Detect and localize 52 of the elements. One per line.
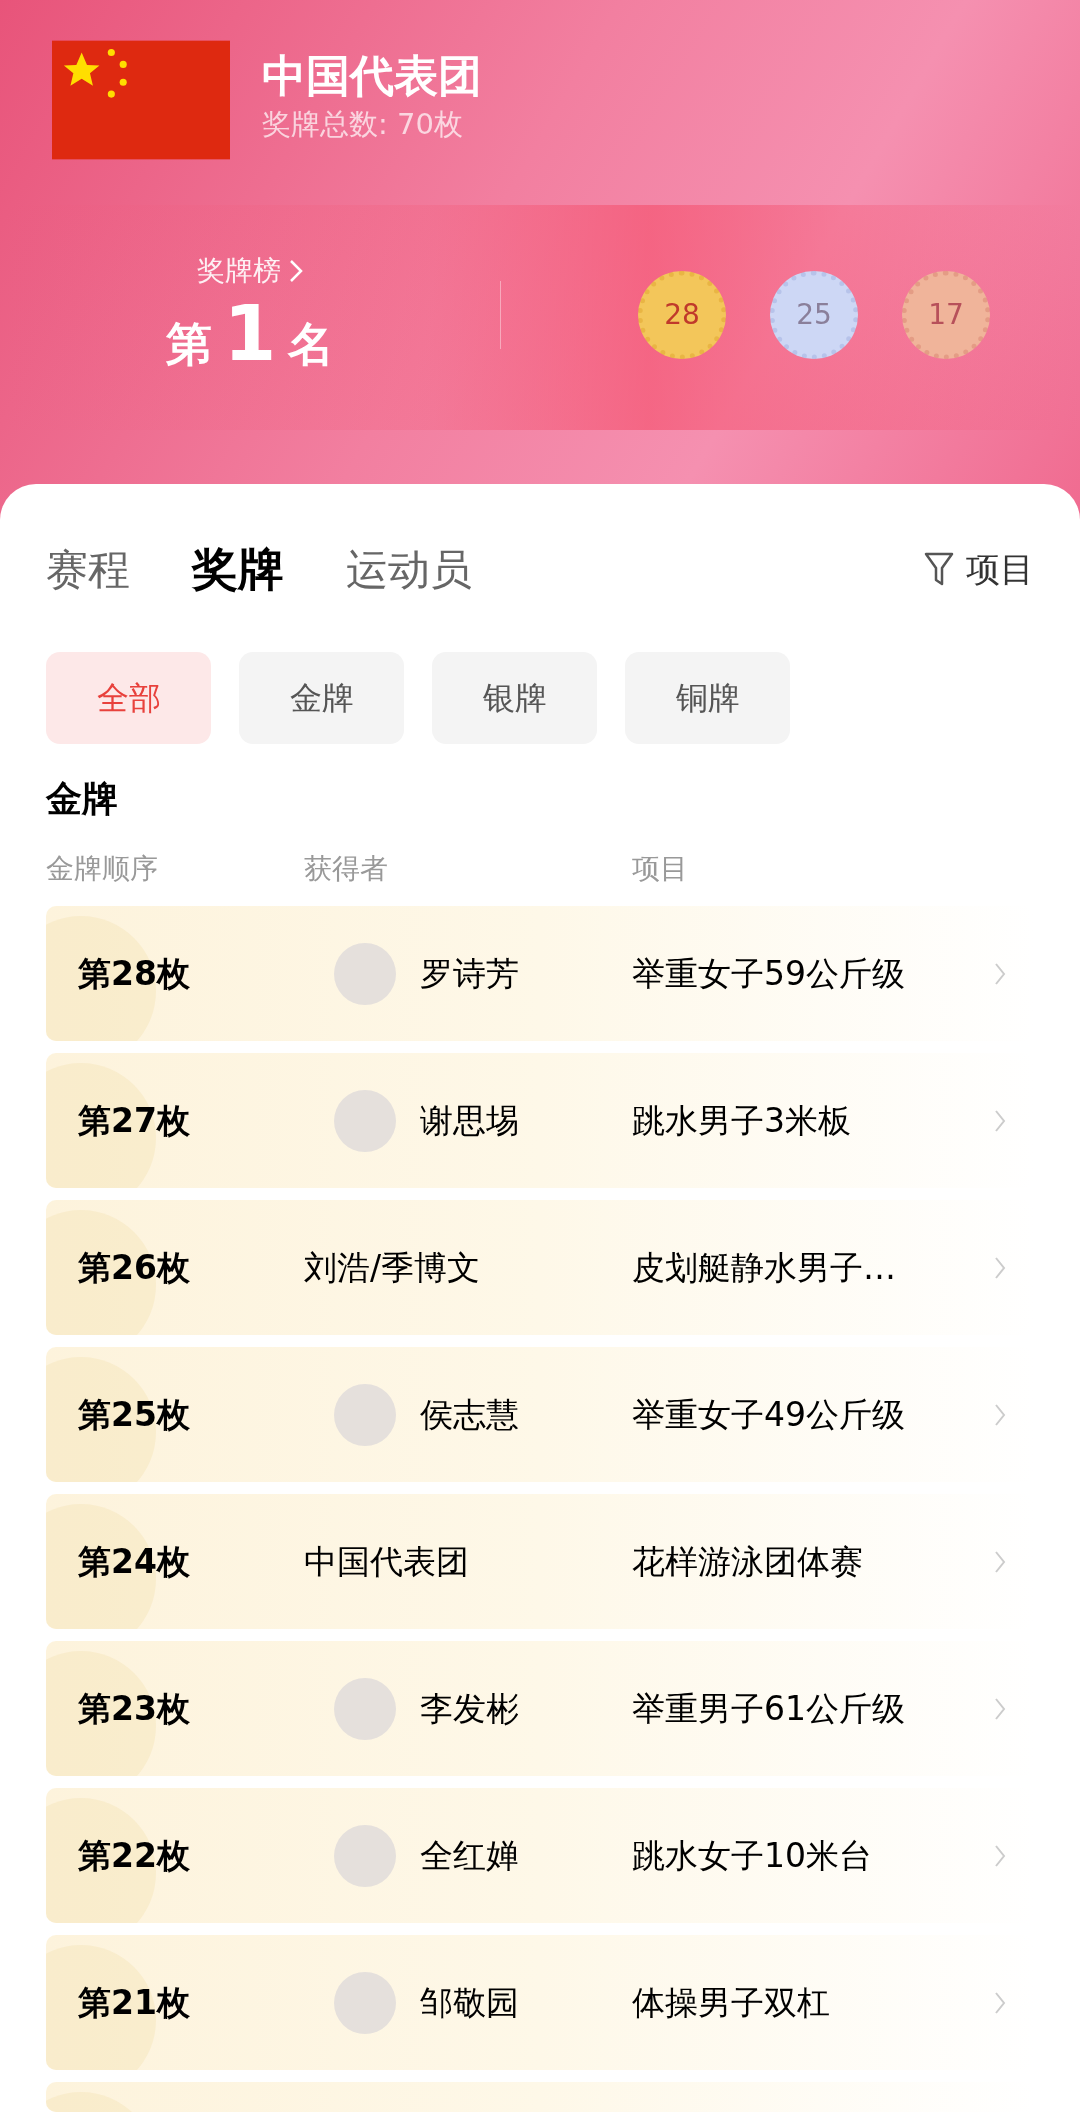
medal-total: 奖牌总数: 70枚 (262, 106, 464, 143)
winner-name: 侯志慧 (420, 1393, 519, 1436)
event-name: 体操男子双杠 (632, 1982, 830, 2022)
column-header: 项目 (632, 852, 688, 885)
winner-name: 邹敬园 (420, 1981, 519, 2024)
event-name: 跳水男子3米板 (632, 1100, 851, 1140)
rank-text: 第 1 名 (165, 292, 335, 379)
filter-chip[interactable]: 铜牌 (625, 652, 790, 744)
chevron-right-icon (289, 259, 303, 283)
winner-name: 罗诗芳 (420, 952, 519, 995)
filter-chip[interactable]: 银牌 (432, 652, 597, 744)
chevron-right-icon (994, 1843, 1006, 1868)
event-name: 举重男子61公斤级 (632, 1688, 905, 1728)
tab[interactable]: 运动员 (346, 537, 472, 601)
chevron-right-icon (994, 961, 1006, 986)
sport-filter-button[interactable]: 项目 (924, 543, 1034, 595)
chevron-right-icon (994, 1990, 1006, 2015)
filter-icon (924, 551, 954, 587)
medal-count: 28 (638, 270, 726, 359)
section-title: 金牌 (46, 777, 119, 821)
winner-name: 刘浩/季博文 (304, 1246, 481, 1289)
winner-name: 李发彬 (420, 1687, 519, 1730)
medal-order: 第25枚 (78, 1394, 190, 1434)
winner-name: 谢思埸 (420, 1099, 519, 1142)
medal-order: 第28枚 (78, 953, 190, 993)
chevron-right-icon (994, 1255, 1006, 1280)
medal-order: 第23枚 (78, 1688, 190, 1728)
chevron-right-icon (994, 1402, 1006, 1427)
event-name: 跳水女子10米台 (632, 1835, 872, 1875)
medal-order: 第26枚 (78, 1247, 190, 1287)
winner-name: 全红婵 (420, 1834, 519, 1877)
tab[interactable]: 赛程 (46, 537, 130, 601)
column-header: 获得者 (304, 852, 388, 885)
medal-count: 17 (902, 270, 990, 359)
winner-name: 中国代表团 (304, 1540, 469, 1583)
medal-order: 第22枚 (78, 1835, 190, 1875)
chevron-right-icon (994, 1108, 1006, 1133)
team-name: 中国代表团 (262, 49, 482, 103)
event-name: 皮划艇静水男子… (632, 1247, 896, 1287)
china-flag-icon (52, 38, 230, 162)
medal-count: 25 (770, 270, 858, 359)
medal-order: 第24枚 (78, 1541, 190, 1581)
medal-order: 第27枚 (78, 1100, 190, 1140)
chevron-right-icon (994, 1549, 1006, 1574)
event-name: 举重女子59公斤级 (632, 953, 905, 993)
column-header: 金牌顺序 (46, 852, 158, 885)
event-name: 举重女子49公斤级 (632, 1394, 905, 1434)
tab[interactable]: 奖牌 (192, 534, 284, 604)
chevron-right-icon (994, 1696, 1006, 1721)
filter-chip[interactable]: 金牌 (239, 652, 404, 744)
medal-order: 第21枚 (78, 1982, 190, 2022)
event-name: 花样游泳团体赛 (632, 1541, 863, 1581)
